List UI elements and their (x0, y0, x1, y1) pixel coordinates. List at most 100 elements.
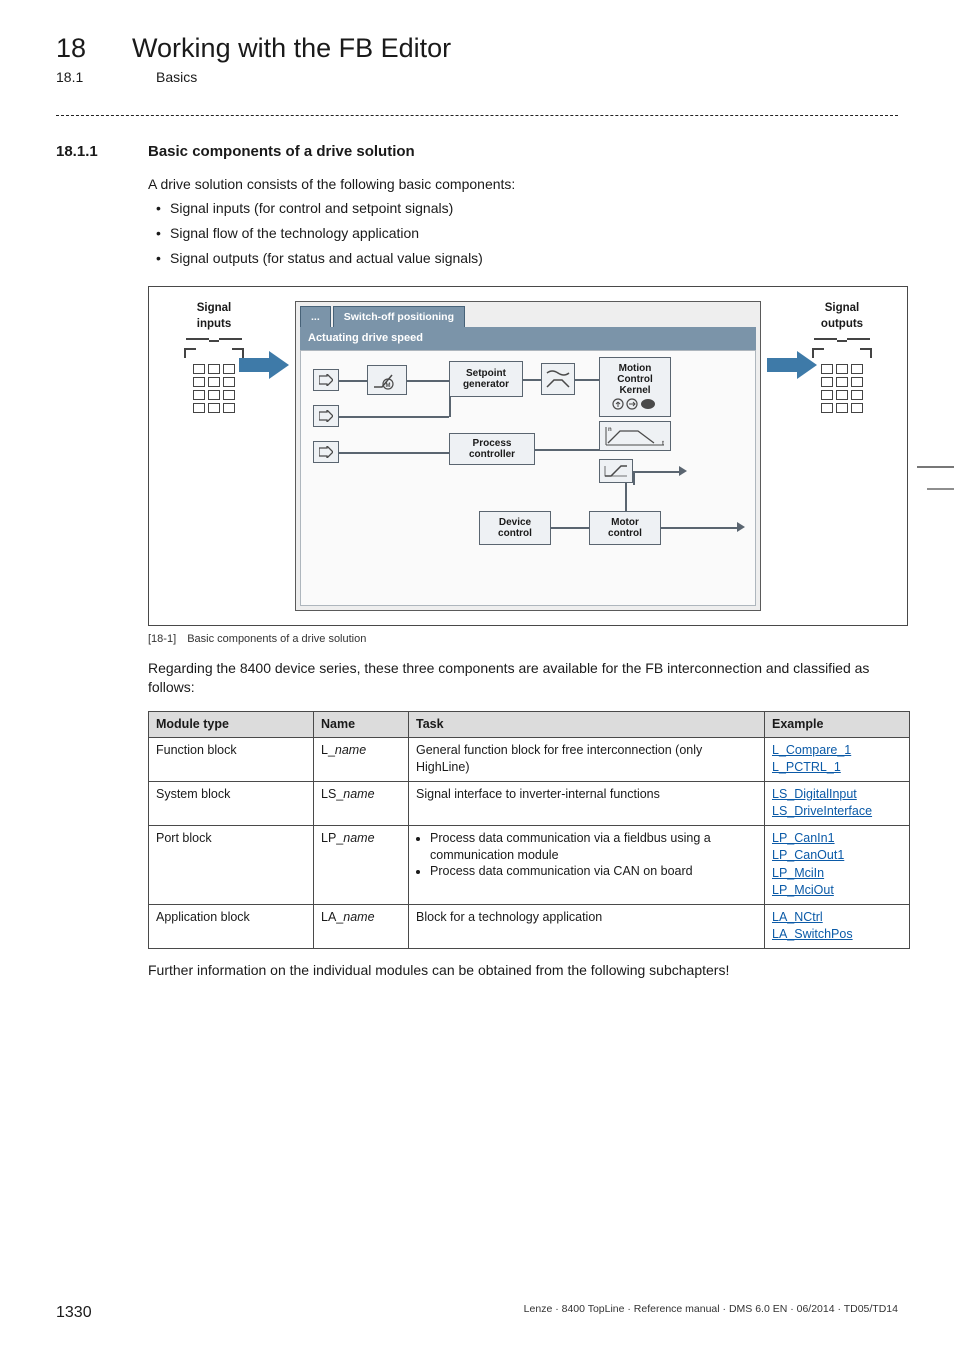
name-prefix: LA_ (321, 910, 343, 924)
closing-paragraph: Further information on the individual mo… (148, 961, 898, 980)
label: Device (499, 517, 531, 528)
table-row: Function block L_name General function b… (149, 737, 910, 781)
profile-block-icon (541, 363, 575, 395)
example-link[interactable]: LA_SwitchPos (772, 927, 853, 941)
arrow-right-icon (239, 351, 289, 379)
input-port-icon (313, 405, 339, 427)
node-motion-control-kernel: Motion Control Kernel (599, 357, 671, 417)
node-setpoint-generator: Setpoint generator (449, 361, 523, 397)
ramp-block-icon: M (367, 365, 407, 395)
node-device-control: Device control (479, 511, 551, 545)
section-title: Basics (156, 68, 197, 87)
doc-header-line1: 18 Working with the FB Editor (56, 30, 898, 66)
intro-bullet: Signal outputs (for status and actual va… (170, 249, 898, 268)
example-link[interactable]: LS_DigitalInput (772, 787, 857, 801)
name-ital: name (343, 787, 374, 801)
example-link[interactable]: L_PCTRL_1 (772, 760, 841, 774)
io-grid-icon (191, 364, 237, 413)
module-types-table: Module type Name Task Example Function b… (148, 711, 910, 949)
th-module-type: Module type (149, 711, 314, 737)
arrow-right-icon (767, 351, 817, 379)
td-name: LA_name (314, 904, 409, 948)
figure-tabbar: ... Switch-off positioning (296, 302, 760, 327)
limiter-block-icon (599, 459, 633, 483)
svg-text:t: t (662, 441, 664, 447)
figure-app-panel: ... Switch-off positioning Actuating dri… (295, 301, 761, 611)
figure-strip-actuating: Actuating drive speed (300, 327, 756, 350)
example-link[interactable]: LP_MciIn (772, 866, 824, 880)
td-module-type: Port block (149, 825, 314, 904)
td-example: L_Compare_1 L_PCTRL_1 (765, 737, 910, 781)
example-link[interactable]: LS_DriveInterface (772, 804, 872, 818)
svg-text:M: M (386, 383, 391, 389)
td-example: LA_NCtrl LA_SwitchPos (765, 904, 910, 948)
doc-header-line2: 18.1 Basics (56, 68, 898, 87)
td-name: LS_name (314, 781, 409, 825)
subsection-title: Basic components of a drive solution (148, 142, 415, 162)
chapter-title: Working with the FB Editor (132, 30, 451, 66)
td-task: Signal interface to inverter-internal fu… (409, 781, 765, 825)
label: generator (463, 379, 509, 390)
intro-bullets: Signal inputs (for control and setpoint … (170, 199, 898, 268)
task-bullet: Process data communication via a fieldbu… (430, 830, 757, 864)
td-example: LS_DigitalInput LS_DriveInterface (765, 781, 910, 825)
intro-bullet: Signal flow of the technology applicatio… (170, 224, 898, 243)
bracket-icon (814, 338, 870, 356)
figure-drive-solution: Signal inputs Signal outputs (148, 286, 908, 626)
intro-bullet: Signal inputs (for control and setpoint … (170, 199, 898, 218)
label: outputs (797, 317, 887, 333)
section-number: 18.1 (56, 68, 110, 87)
name-ital: name (343, 831, 374, 845)
figure-tab-switchoff: Switch-off positioning (333, 306, 465, 327)
closing-block: Further information on the individual mo… (148, 961, 898, 980)
label: Process (473, 438, 512, 449)
paragraph: Regarding the 8400 device series, these … (148, 659, 898, 697)
label: Setpoint (466, 368, 506, 379)
figure-caption-text: Basic components of a drive solution (187, 633, 366, 645)
td-name: LP_name (314, 825, 409, 904)
task-bullet: Process data communication via CAN on bo… (430, 863, 757, 880)
node-process-controller: Process controller (449, 433, 535, 465)
wire (551, 527, 589, 529)
figure-app-canvas: M Setpoint generator Motion (300, 350, 756, 606)
td-task: General function block for free intercon… (409, 737, 765, 781)
example-link[interactable]: L_Compare_1 (772, 743, 851, 757)
chapter-number: 18 (56, 30, 86, 66)
example-link[interactable]: LP_CanOut1 (772, 848, 844, 862)
label: control (498, 528, 532, 539)
wire (535, 449, 599, 451)
wire (523, 379, 541, 381)
label: control (608, 528, 642, 539)
page: 18 Working with the FB Editor 18.1 Basic… (0, 0, 954, 1350)
figure-tab-dots: ... (300, 306, 331, 327)
after-figure-block: Regarding the 8400 device series, these … (148, 659, 898, 697)
table-row: Port block LP_name Process data communic… (149, 825, 910, 904)
subsection-number: 18.1.1 (56, 142, 118, 162)
table-header-row: Module type Name Task Example (149, 711, 910, 737)
td-task: Block for a technology application (409, 904, 765, 948)
example-link[interactable]: LP_CanIn1 (772, 831, 835, 845)
label: Signal (797, 301, 887, 317)
name-ital: name (343, 910, 374, 924)
wire (407, 380, 449, 382)
td-example: LP_CanIn1 LP_CanOut1 LP_MciIn LP_MciOut (765, 825, 910, 904)
name-ital: name (335, 743, 366, 757)
label: controller (469, 449, 515, 460)
wire (449, 397, 451, 417)
name-prefix: LP_ (321, 831, 343, 845)
wire (661, 527, 741, 529)
footer-meta: Lenze · 8400 TopLine · Reference manual … (524, 1302, 898, 1324)
graph-block-icon: t n (599, 421, 671, 451)
example-link[interactable]: LP_MciOut (772, 883, 834, 897)
example-link[interactable]: LA_NCtrl (772, 910, 823, 924)
bracket-icon (186, 338, 242, 356)
arrowhead-icon (737, 522, 745, 532)
td-task: Process data communication via a fieldbu… (409, 825, 765, 904)
header-divider (56, 115, 898, 116)
svg-text:n: n (608, 427, 612, 433)
input-port-icon (313, 441, 339, 463)
figure-caption-tag: [18-1] (148, 633, 176, 645)
arrowhead-icon (679, 466, 687, 476)
label: inputs (169, 317, 259, 333)
label: Kernel (619, 385, 650, 396)
